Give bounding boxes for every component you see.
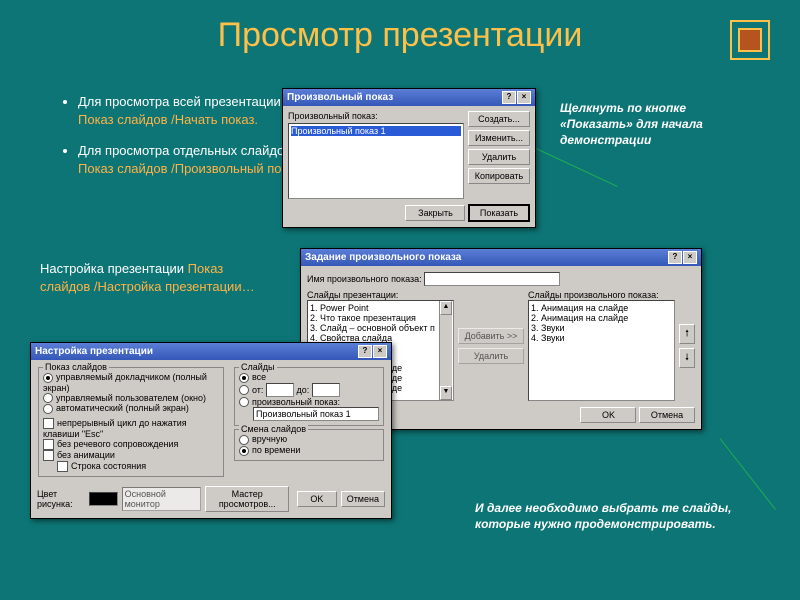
right-label: Слайды произвольного показа: [528,290,675,300]
custom-radio[interactable]: произвольный показ: [239,397,379,408]
help-icon[interactable]: ? [358,345,372,358]
page-title: Просмотр презентации [0,0,800,55]
slideshow-icon [730,20,770,60]
dlg2-title: Задание произвольного показа [305,252,461,263]
delete-button[interactable]: Удалить [468,149,530,165]
ok-button[interactable]: OK [297,491,336,507]
remove-button[interactable]: Удалить [458,348,524,364]
create-button[interactable]: Создать... [468,111,530,127]
loop-check[interactable]: непрерывный цикл до нажатия клавиши "Esc… [43,418,219,439]
list-item[interactable]: 2. Анимация на слайде [531,313,672,323]
pen-color-label: Цвет рисунка: [37,489,85,509]
custom-show-list[interactable]: Произвольный показ 1 [288,123,464,199]
name-label: Имя произвольного показа: [307,274,422,284]
manual-radio[interactable]: вручную [239,434,379,445]
pointer-line-2 [720,438,776,510]
show-type-group: Показ слайдов управляемый докладчиком (п… [38,367,224,477]
add-button[interactable]: Добавить >> [458,328,524,344]
cancel-button[interactable]: Отмена [341,491,385,507]
dlg1-title: Произвольный показ [287,92,393,103]
list-item[interactable]: 3. Звуки [531,323,672,333]
note-show: Щелкнуть по кнопке «Показать» для начала… [560,100,760,149]
timed-radio[interactable]: по времени [239,445,379,456]
close-icon[interactable]: × [517,91,531,104]
name-input[interactable]: Произвольный показ 1 [424,272,560,286]
pointer-line-1 [536,148,618,187]
all-radio[interactable]: все [239,372,379,383]
bullet-2: Для просмотра отдельных слайдов Показ сл… [78,142,312,177]
scroll-up-icon[interactable]: ▲ [440,301,452,315]
custom-select[interactable]: Произвольный показ 1 [253,407,379,421]
left-label: Слайды презентации: [307,290,454,300]
custom-show-dialog: Произвольный показ?× Произвольный показ:… [282,88,536,228]
list-item[interactable]: 4. Звуки [531,333,672,343]
setup-show-dialog: Настройка презентации?× Показ слайдов уп… [30,342,392,519]
close-icon[interactable]: × [373,345,387,358]
advance-group: Смена слайдов вручную по времени [234,429,384,460]
list-item[interactable]: 3. Слайд – основной объект п [310,323,451,333]
master-button[interactable]: Мастер просмотров... [205,486,289,512]
cancel-button[interactable]: Отмена [639,407,695,423]
pen-color-select[interactable] [89,492,118,506]
statusbar-check[interactable]: Строка состояния [57,461,219,472]
monitor-select[interactable]: Основной монитор [122,487,202,511]
move-up-button[interactable]: 🠕 [679,324,695,344]
para-setup: Настройка презентации Показ слайдов /Нас… [40,260,270,295]
custom-show-label: Произвольный показ: [288,111,464,121]
copy-button[interactable]: Копировать [468,168,530,184]
list-item[interactable]: 1. Power Point [310,303,451,313]
presenter-radio[interactable]: управляемый докладчиком (полный экран) [43,372,219,393]
user-radio[interactable]: управляемый пользователем (окно) [43,393,219,404]
bullet-list: Для просмотра всей презентации Показ сла… [22,93,312,191]
range-radio[interactable]: от: до: [239,383,379,397]
move-down-button[interactable]: 🠗 [679,348,695,368]
edit-button[interactable]: Изменить... [468,130,530,146]
scroll-down-icon[interactable]: ▼ [440,386,452,400]
slides-group: Слайды все от: до: произвольный показ: П… [234,367,384,426]
list-item[interactable]: 1. Анимация на слайде [531,303,672,313]
help-icon[interactable]: ? [502,91,516,104]
note-select: И далее необходимо выбрать те слайды, ко… [475,500,775,532]
animation-check[interactable]: без анимации [43,450,219,461]
show-button[interactable]: Показать [468,204,530,222]
help-icon[interactable]: ? [668,251,682,264]
list-item: Произвольный показ 1 [291,126,461,136]
narration-check[interactable]: без речевого сопровождения [43,439,219,450]
list-item[interactable]: 2. Что такое презентация [310,313,451,323]
to-input[interactable] [312,383,340,397]
close-icon[interactable]: × [683,251,697,264]
custom-slides-list[interactable]: 1. Анимация на слайде2. Анимация на слай… [528,300,675,401]
kiosk-radio[interactable]: автоматический (полный экран) [43,403,219,414]
close-button[interactable]: Закрыть [405,205,465,221]
dlg3-title: Настройка презентации [35,346,153,357]
from-input[interactable] [266,383,294,397]
ok-button[interactable]: OK [580,407,636,423]
bullet-1: Для просмотра всей презентации Показ сла… [78,93,312,128]
